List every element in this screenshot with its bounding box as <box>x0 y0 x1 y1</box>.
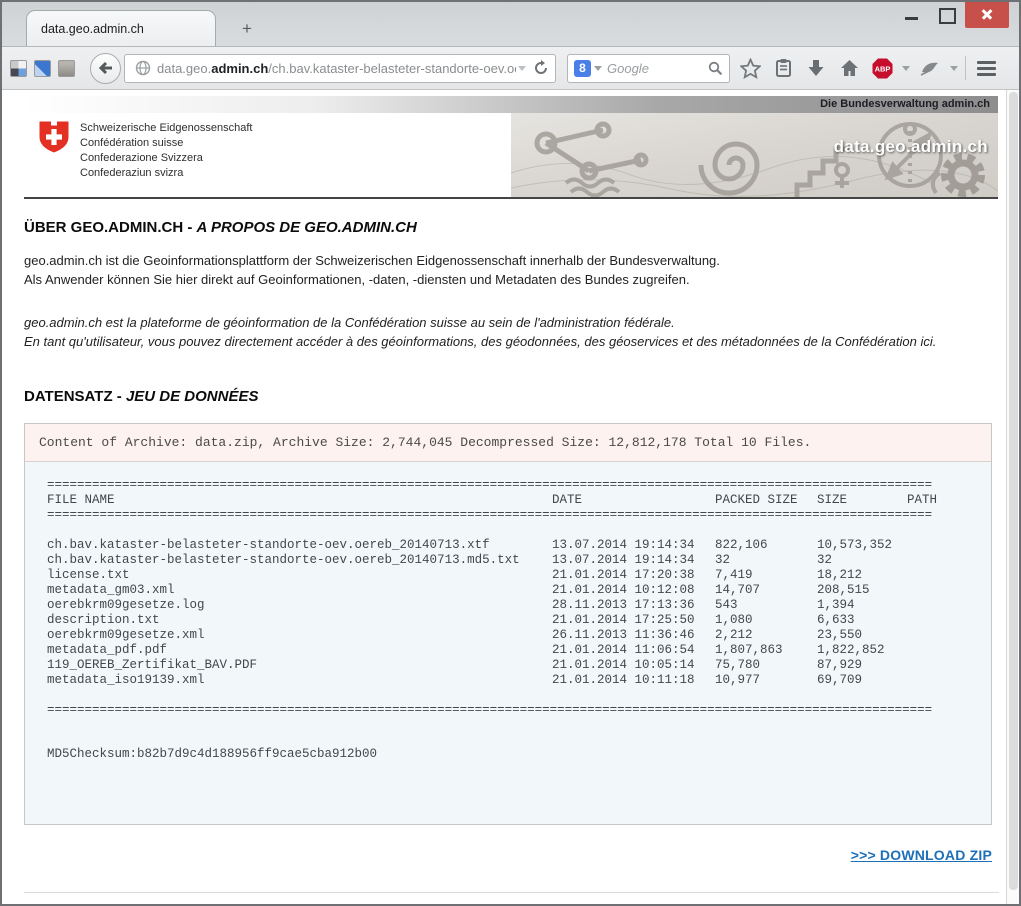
adblock-dropdown-icon[interactable] <box>902 66 910 71</box>
archive-box: Content of Archive: data.zip, Archive Si… <box>24 423 992 825</box>
page-content: Die Bundesverwaltung admin.ch Schweizeri… <box>2 90 1006 904</box>
navigation-toolbar: data.geo.admin.ch/ch.bav.kataster-belast… <box>2 46 1019 90</box>
extension-icon-1[interactable] <box>10 60 27 77</box>
about-de-line2: Als Anwender können Sie hier direkt auf … <box>24 270 998 289</box>
adblock-button[interactable]: ABP <box>869 55 895 81</box>
url-text: data.geo.admin.ch/ch.bav.kataster-belast… <box>157 61 516 76</box>
banner-row: Schweizerische Eidgenossenschaft Confédé… <box>24 113 998 197</box>
table-row: ch.bav.kataster-belasteter-standorte-oev… <box>47 538 937 553</box>
search-bar[interactable]: 8 <box>567 54 730 83</box>
logo-line-rm: Confederaziun svizra <box>80 166 252 181</box>
archive-summary: Content of Archive: data.zip, Archive Si… <box>25 424 991 462</box>
tab-title: data.geo.admin.ch <box>41 22 144 36</box>
table-row: description.txt21.01.2014 17:25:501,0806… <box>47 613 937 628</box>
bookmark-star-button[interactable] <box>737 55 763 81</box>
adblock-icon: ABP <box>871 57 894 80</box>
adblock-label: ABP <box>874 64 890 73</box>
download-row: >>> DOWNLOAD ZIP <box>24 847 992 865</box>
logo-line-fr: Confédération suisse <box>80 136 252 151</box>
plugin-icon <box>919 58 941 78</box>
col-path: PATH <box>902 493 937 508</box>
extension-icon-3[interactable] <box>58 60 75 77</box>
logo-line-de: Schweizerische Eidgenossenschaft <box>80 121 252 136</box>
swiss-shield-icon <box>38 120 70 154</box>
site-header: Die Bundesverwaltung admin.ch Schweizeri… <box>24 96 998 199</box>
confederation-names: Schweizerische Eidgenossenschaft Confédé… <box>80 120 252 181</box>
search-input[interactable] <box>607 61 708 76</box>
table-row: metadata_pdf.pdf21.01.2014 11:06:541,807… <box>47 643 937 658</box>
url-dropdown-icon[interactable] <box>516 62 528 74</box>
about-fr-line2: En tant qu'utilisateur, vous pouvez dire… <box>24 332 998 351</box>
maximize-button[interactable] <box>931 2 961 26</box>
file-table-body: ch.bav.kataster-belasteter-standorte-oev… <box>47 538 991 688</box>
table-row: license.txt21.01.2014 17:20:387,41918,21… <box>47 568 937 583</box>
plugin-button[interactable] <box>917 55 943 81</box>
table-row: metadata_gm03.xml21.01.2014 10:12:0814,7… <box>47 583 937 598</box>
about-paragraph-de: geo.admin.ch ist die Geoinformationsplat… <box>24 251 998 289</box>
tab-bar: data.geo.admin.ch + <box>2 2 1019 46</box>
separator-line: ========================================… <box>47 478 937 493</box>
about-paragraph-fr: geo.admin.ch est la plateforme de géoinf… <box>24 313 998 351</box>
back-button[interactable] <box>90 53 121 84</box>
table-header-row: FILE NAME DATE PACKED SIZE SIZE PATH <box>47 493 937 508</box>
toolbar-divider <box>965 56 966 80</box>
download-arrow-icon <box>806 58 826 78</box>
window-controls <box>893 2 1009 28</box>
site-brand: data.geo.admin.ch <box>834 137 988 157</box>
about-de-line1: geo.admin.ch ist die Geoinformationsplat… <box>24 251 998 270</box>
google-icon[interactable]: 8 <box>574 60 591 77</box>
star-icon <box>740 58 761 79</box>
table-row: oerebkrm09gesetze.log28.11.2013 17:13:36… <box>47 598 937 613</box>
file-listing: ========================================… <box>25 462 991 824</box>
scrollbar-thumb[interactable] <box>1009 92 1018 890</box>
table-row: ch.bav.kataster-belasteter-standorte-oev… <box>47 553 937 568</box>
separator-line: ========================================… <box>47 703 937 718</box>
clipboard-icon <box>774 58 793 78</box>
reload-icon[interactable] <box>533 60 549 76</box>
col-date: DATE <box>552 493 715 508</box>
browser-window: data.geo.admin.ch + data.geo.admin.ch/c <box>0 0 1021 906</box>
extension-icon-2[interactable] <box>34 60 51 77</box>
about-fr-line1: geo.admin.ch est la plateforme de géoinf… <box>24 313 998 332</box>
active-tab[interactable]: data.geo.admin.ch <box>26 10 216 46</box>
url-bar[interactable]: data.geo.admin.ch/ch.bav.kataster-belast… <box>124 54 556 83</box>
globe-icon <box>135 60 151 76</box>
bookmarks-menu-button[interactable] <box>770 55 796 81</box>
vertical-scrollbar[interactable] <box>1006 90 1019 904</box>
downloads-button[interactable] <box>803 55 829 81</box>
col-packed-size: PACKED SIZE <box>715 493 817 508</box>
close-button[interactable] <box>965 2 1009 28</box>
download-zip-link[interactable]: >>> DOWNLOAD ZIP <box>851 847 992 863</box>
search-engine-dropdown-icon[interactable] <box>594 66 602 71</box>
col-file-name: FILE NAME <box>47 493 552 508</box>
page-viewport: Die Bundesverwaltung admin.ch Schweizeri… <box>2 90 1019 904</box>
home-button[interactable] <box>836 55 862 81</box>
dataset-title: DATENSATZ - JEU DE DONNÉES <box>24 388 998 405</box>
new-tab-button[interactable]: + <box>234 18 260 40</box>
confederation-logo[interactable]: Schweizerische Eidgenossenschaft Confédé… <box>38 120 252 181</box>
minimize-button[interactable] <box>897 2 927 26</box>
md5-checksum: MD5Checksum:b82b7d9c4d188956ff9cae5cba91… <box>47 747 991 762</box>
logo-line-it: Confederazione Svizzera <box>80 151 252 166</box>
banner-image: data.geo.admin.ch <box>511 113 998 197</box>
home-icon <box>839 58 860 78</box>
footer-divider <box>24 892 999 893</box>
table-row: 119_OEREB_Zertifikat_BAV.PDF21.01.2014 1… <box>47 658 937 673</box>
back-arrow-icon <box>97 59 115 77</box>
table-row: oerebkrm09gesetze.xml26.11.2013 11:36:46… <box>47 628 937 643</box>
plugin-dropdown-icon[interactable] <box>950 66 958 71</box>
about-title: ÜBER GEO.ADMIN.CH - A PROPOS DE GEO.ADMI… <box>24 219 998 236</box>
separator-line: ========================================… <box>47 508 937 523</box>
search-icon[interactable] <box>708 61 723 76</box>
col-size: SIZE <box>817 493 902 508</box>
menu-button[interactable] <box>973 55 999 81</box>
admin-bar[interactable]: Die Bundesverwaltung admin.ch <box>24 96 998 113</box>
table-row: metadata_iso19139.xml21.01.2014 10:11:18… <box>47 673 937 688</box>
